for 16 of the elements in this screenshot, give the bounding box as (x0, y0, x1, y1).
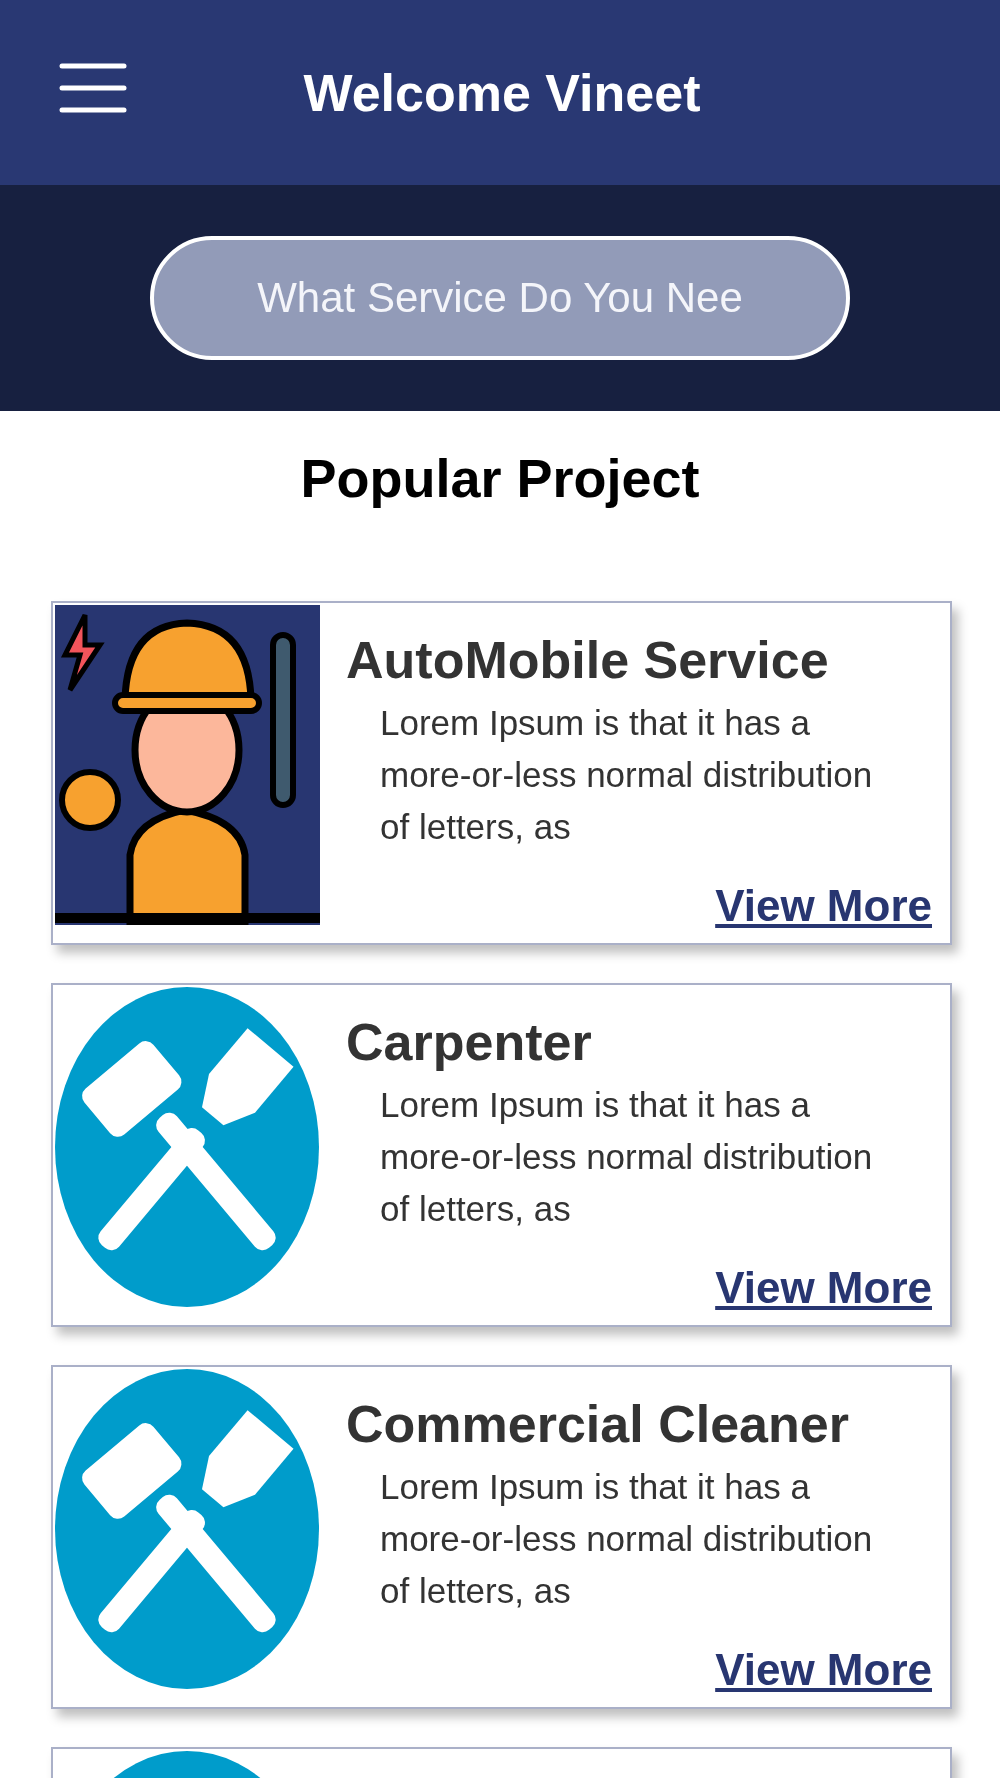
header-title: Welcome Vineet (303, 62, 701, 123)
card-description: Lorem Ipsum is that it has a more-or-less normal distribution of letters, as (380, 1466, 874, 1612)
search-field[interactable]: What Service Do You Nee (150, 236, 850, 360)
card-title: Commercial Cleaner (346, 1394, 850, 1455)
view-more-link[interactable]: View More (715, 1645, 932, 1695)
tools-icon (55, 1369, 320, 1689)
view-more-link[interactable]: View More (715, 1263, 932, 1313)
view-more-link[interactable]: View More (715, 881, 932, 931)
card-description: Lorem Ipsum is that it has a more-or-less normal distribution of letters, as (380, 1084, 874, 1230)
card-description: Lorem Ipsum is that it has a more-or-less normal distribution of letters, as (380, 702, 874, 848)
section-title: Popular Project (299, 447, 701, 510)
tools-icon (55, 987, 320, 1307)
card-title: Carpenter (346, 1012, 593, 1073)
menu-icon (58, 62, 128, 114)
menu-button[interactable] (58, 62, 128, 114)
card-title: AutoMobile Service (346, 630, 830, 691)
